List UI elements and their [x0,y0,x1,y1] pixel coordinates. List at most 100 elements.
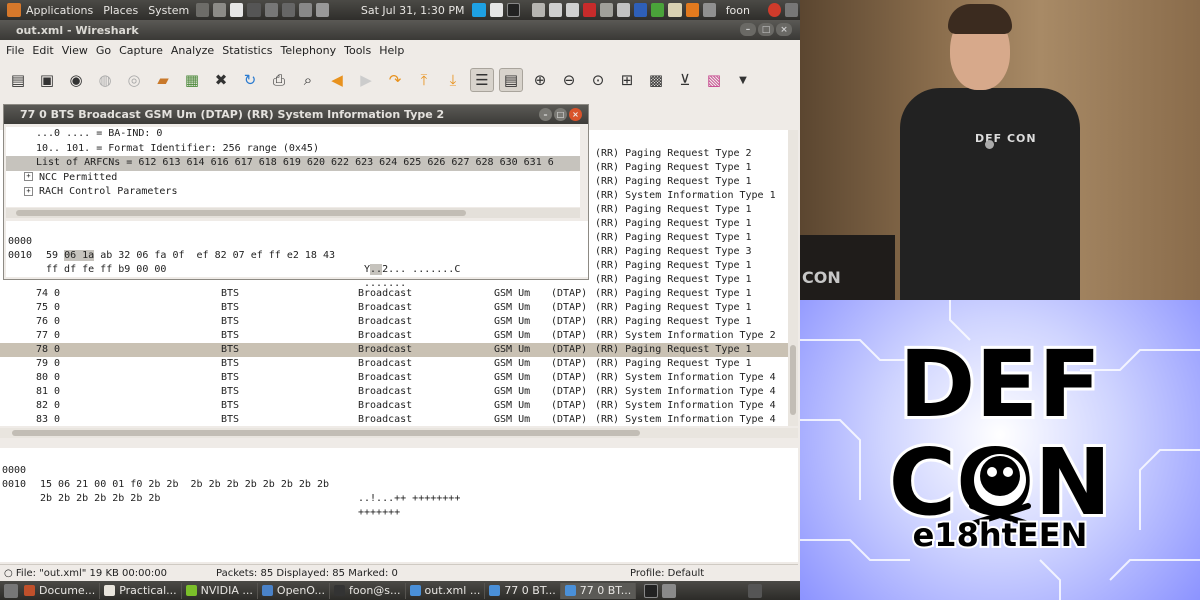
battery-icon[interactable] [315,3,329,17]
network-icon[interactable] [264,3,278,17]
packet-bytes-pane[interactable]: 0000 15 06 21 00 01 f0 2b 2b 2b 2b 2b 2b… [0,448,798,562]
packet-row[interactable]: 80 0 BTS Broadcast GSM Um (DTAP) (RR) System … [0,371,790,385]
taskbar-item[interactable]: NVIDIA ... [182,582,258,599]
window-maximize-button[interactable]: □ [758,23,774,36]
taskbar-item[interactable]: 77 0 BT... [560,582,637,599]
window-minimize-button[interactable]: – [740,23,756,36]
pencil-icon[interactable] [531,3,545,17]
expand-icon[interactable]: + [24,186,33,196]
detail-line-selected[interactable]: List of ARFCNs = 612 613 614 616 617 618… [6,156,580,171]
user-name[interactable]: foon [726,4,750,17]
red-tool-icon[interactable] [583,3,597,17]
popup-maximize-button[interactable]: □ [554,108,567,121]
taskbar-item[interactable]: OpenO... [258,582,330,599]
taskbar-item[interactable]: foon@s... [330,582,406,599]
presentation-icon[interactable] [668,3,682,17]
zoom-out-icon[interactable]: ⊖ [557,68,581,92]
first-packet-icon[interactable]: ⤒ [412,68,436,92]
menu-statistics[interactable]: Statistics [218,44,276,57]
menu-view[interactable]: View [58,44,92,57]
power-icon[interactable] [768,3,782,17]
forward-icon[interactable]: ▶ [354,68,378,92]
go-to-icon[interactable]: ↷ [383,68,407,92]
volume-icon[interactable] [298,3,312,17]
menu-file[interactable]: File [2,44,28,57]
packet-row-selected[interactable]: 78 0 BTS Broadcast GSM Um (DTAP) (RR) Paging … [0,343,790,357]
window-titlebar[interactable]: out.xml - Wireshark – □ × [0,20,800,40]
status-profile[interactable]: Profile: Default [630,568,704,579]
menu-telephony[interactable]: Telephony [277,44,341,57]
spreadsheet-icon[interactable] [651,3,665,17]
panel-launcher-icon-3[interactable] [230,3,244,17]
bluetooth-icon[interactable] [281,3,295,17]
packet-row[interactable]: 75 0 BTS Broadcast GSM Um (DTAP) (RR) Paging … [0,301,790,315]
word-icon[interactable] [634,3,648,17]
packet-list-vertical-scrollbar[interactable] [788,130,798,426]
menu-edit[interactable]: Edit [28,44,57,57]
packet-row[interactable]: 77 0 BTS Broadcast GSM Um (DTAP) (RR) System … [0,329,790,343]
vlc-icon[interactable] [685,3,699,17]
save-icon[interactable]: ▦ [180,68,204,92]
last-packet-icon[interactable]: ⤓ [441,68,465,92]
menu-tools[interactable]: Tools [340,44,375,57]
panel-launcher-icon-4[interactable] [247,3,261,17]
popup-close-button[interactable]: × [569,108,582,121]
start-capture-icon[interactable]: ◉ [64,68,88,92]
panel-close-icon[interactable] [785,3,799,17]
panel-launcher-icon[interactable] [196,3,210,17]
skype-icon[interactable] [472,3,486,17]
expand-icon[interactable]: + [24,172,33,181]
reload-icon[interactable]: ↻ [238,68,262,92]
stop-capture-icon[interactable]: ◍ [93,68,117,92]
close-icon[interactable]: ✖ [209,68,233,92]
capture-options-icon[interactable]: ▣ [35,68,59,92]
popup-hex-pane[interactable]: 0000 59 06 1a ab 32 06 fa 0f ef 82 07 ef… [6,221,588,289]
taskbar-item[interactable]: Docume... [20,582,101,599]
applications-menu[interactable]: Applications [0,3,98,17]
menu-help[interactable]: Help [375,44,408,57]
taskbar-item[interactable]: out.xml ... [406,582,486,599]
packet-row[interactable]: 83 0 BTS Broadcast GSM Um (DTAP) (RR) System … [0,413,790,426]
more-icon[interactable]: ▼ [731,68,755,92]
packet-row[interactable]: 79 0 BTS Broadcast GSM Um (DTAP) (RR) Paging … [0,357,790,371]
detail-horizontal-scrollbar[interactable] [6,208,580,218]
popup-minimize-button[interactable]: – [539,108,552,121]
taskbar-item[interactable]: Practical... [100,582,182,599]
mail-icon[interactable] [617,3,631,17]
detail-tree-item[interactable]: + RACH Control Parameters [6,185,580,200]
display-filters-icon[interactable]: ⊻ [673,68,697,92]
detail-tree-item[interactable]: + NCC Permitted [6,171,580,186]
restart-capture-icon[interactable]: ◎ [122,68,146,92]
packet-row[interactable]: 81 0 BTS Broadcast GSM Um (DTAP) (RR) System … [0,385,790,399]
packet-detail-tree[interactable]: ...0 .... = BA-IND: 0 10.. 101. = Format… [6,127,580,207]
scroll-thumb[interactable] [16,210,466,216]
open-icon[interactable]: ▰ [151,68,175,92]
menu-go[interactable]: Go [92,44,115,57]
interface-list-icon[interactable]: ▤ [6,68,30,92]
find-icon[interactable]: ⌕ [296,68,320,92]
menu-capture[interactable]: Capture [115,44,167,57]
menu-analyze[interactable]: Analyze [167,44,218,57]
system-menu[interactable]: System [143,4,194,17]
detail-line[interactable]: ...0 .... = BA-IND: 0 [6,127,580,142]
zoom-in-icon[interactable]: ⊕ [528,68,552,92]
text-editor-icon[interactable] [489,3,503,17]
capture-filters-icon[interactable]: ▩ [644,68,668,92]
autoscroll-icon[interactable]: ▤ [499,68,523,92]
packet-row[interactable]: 76 0 BTS Broadcast GSM Um (DTAP) (RR) Paging … [0,315,790,329]
resize-columns-icon[interactable]: ⊞ [615,68,639,92]
back-icon[interactable]: ◀ [325,68,349,92]
colorize-icon[interactable]: ☰ [470,68,494,92]
detail-line[interactable]: 10.. 101. = Format Identifier: 256 range… [6,142,580,157]
print-icon[interactable]: ⎙ [267,68,291,92]
window-close-button[interactable]: × [776,23,792,36]
taskbar-item[interactable]: 77 0 BT... [485,582,561,599]
clock[interactable]: Sat Jul 31, 1:30 PM [361,4,465,17]
settings-icon[interactable] [748,583,763,598]
usb-icon[interactable] [600,3,614,17]
window-icon-2[interactable] [565,3,580,17]
panel-launcher-icon-2[interactable] [213,3,227,17]
workspace-icon-2[interactable] [662,583,677,598]
show-desktop-icon[interactable] [4,583,18,598]
packet-list-horizontal-scrollbar[interactable] [0,428,798,438]
